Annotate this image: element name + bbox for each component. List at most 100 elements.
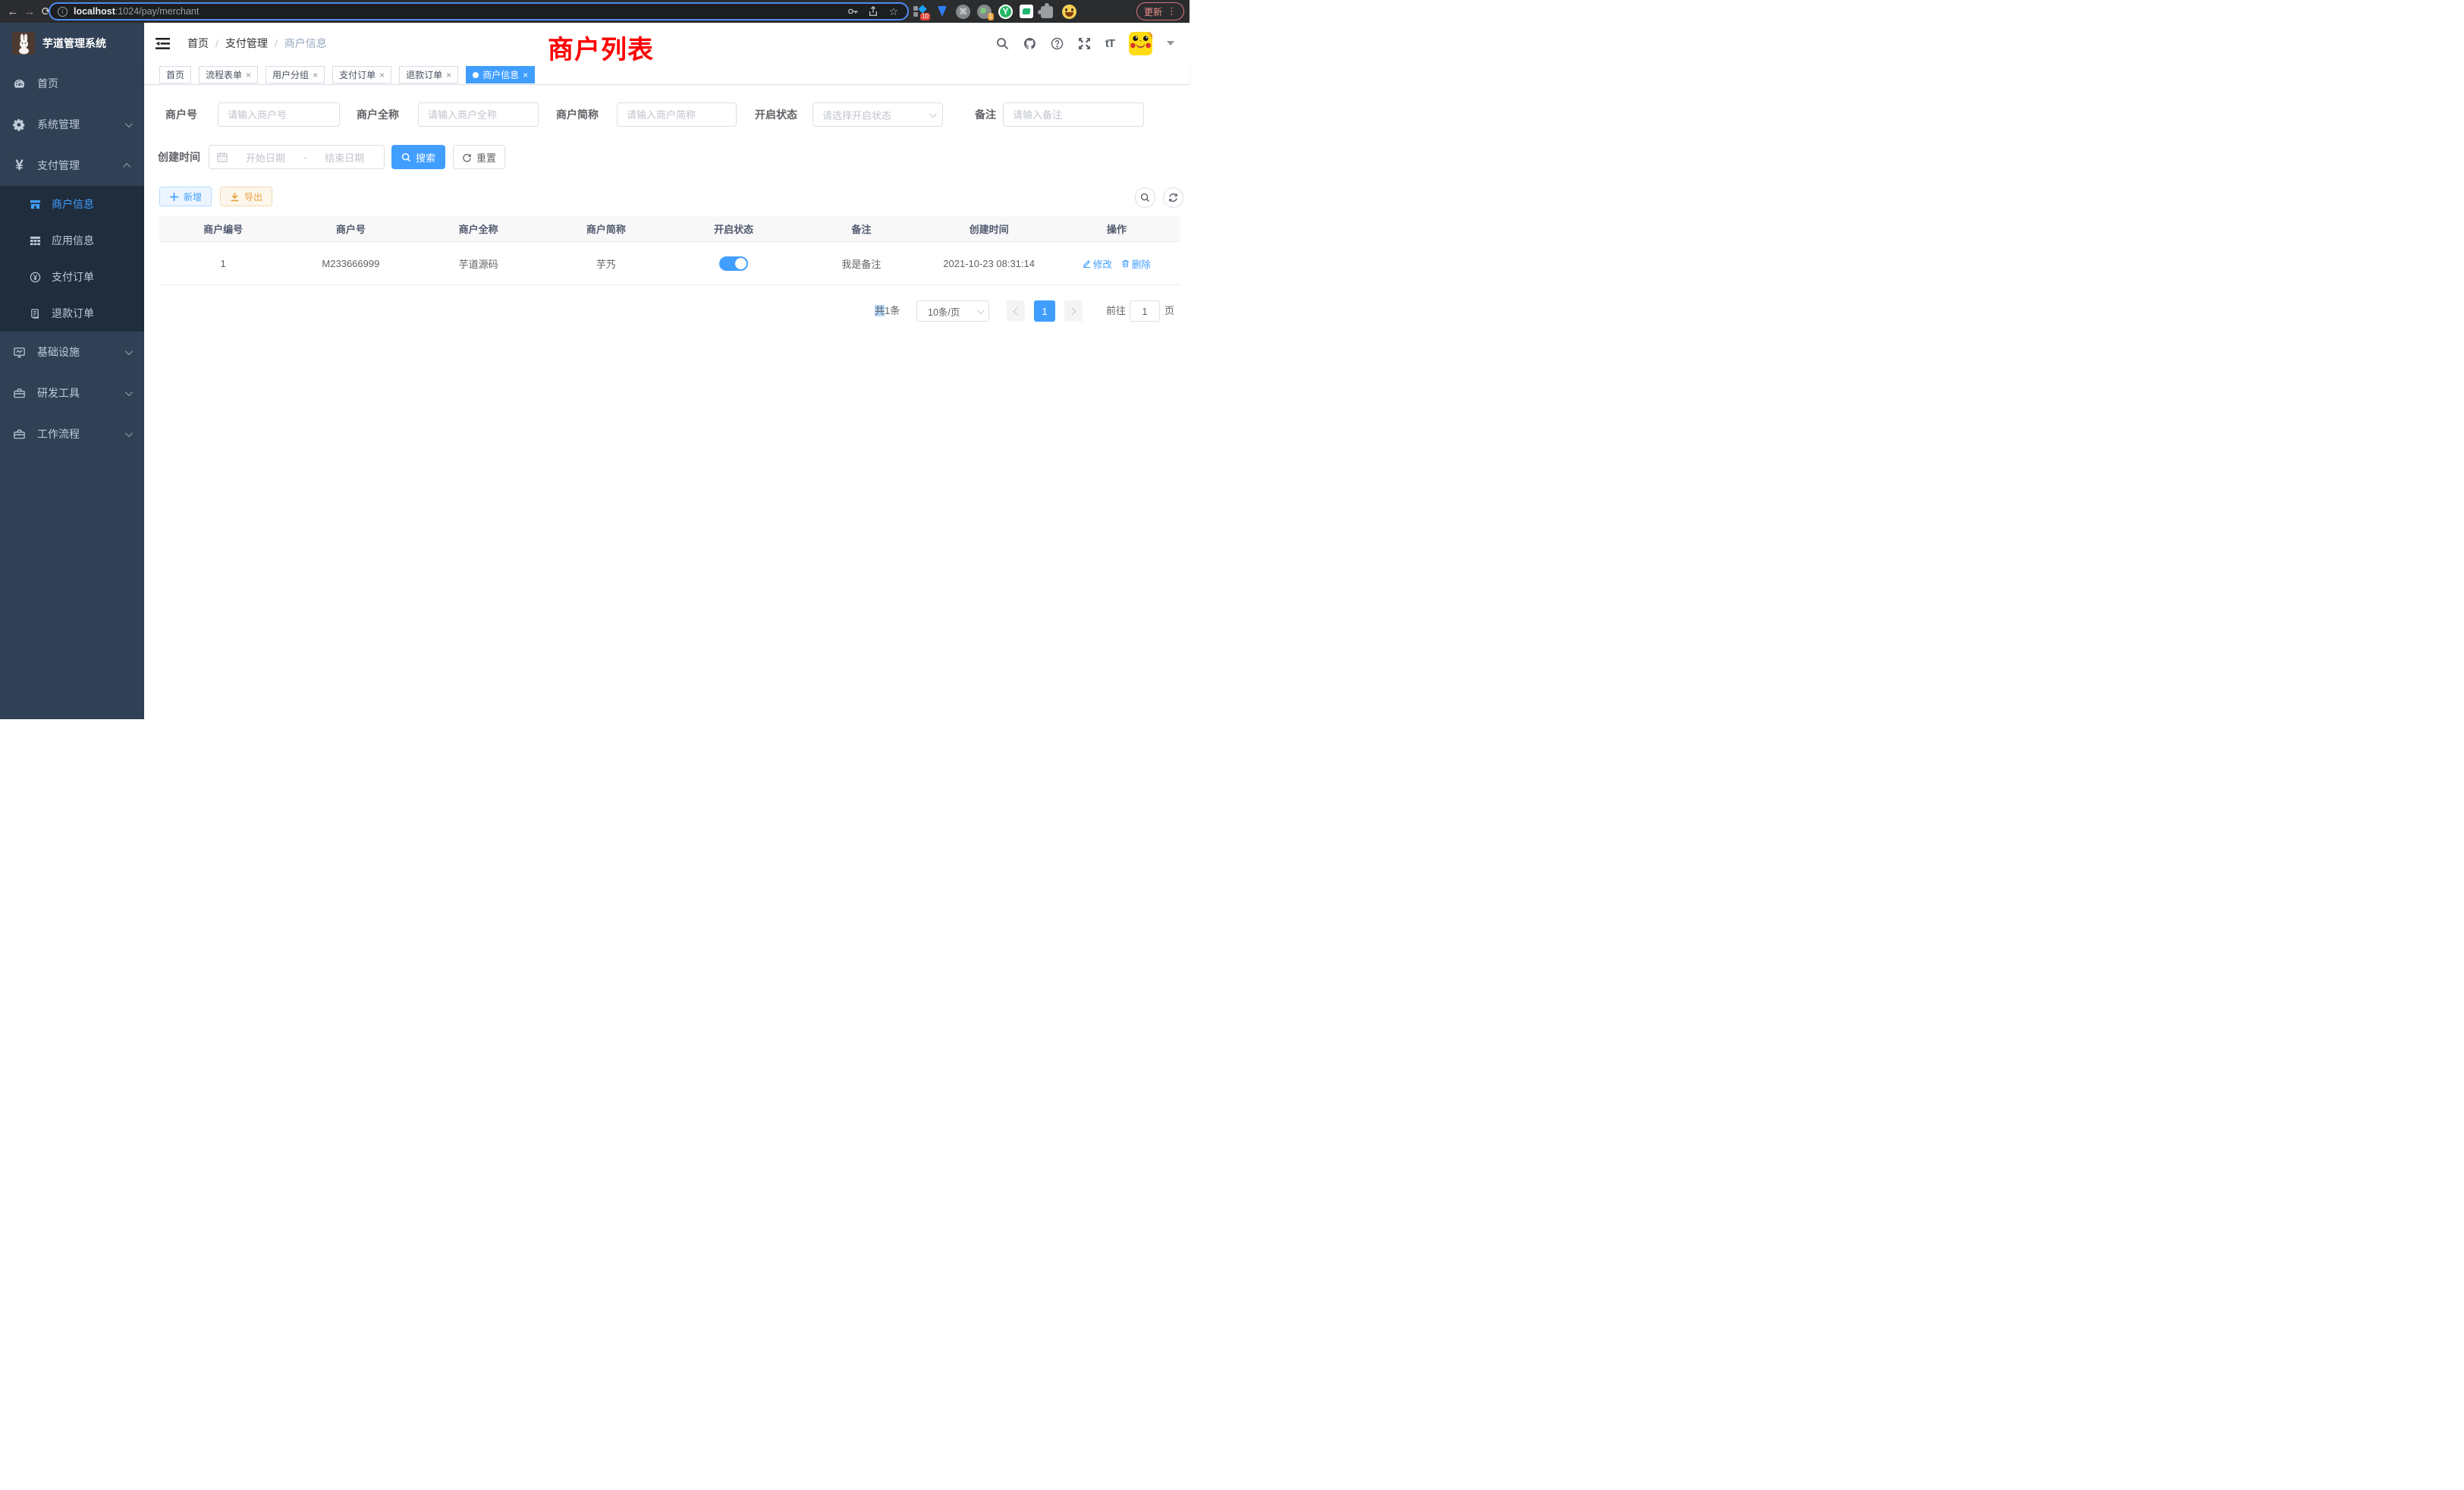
extension-proxy-icon[interactable]: 1 xyxy=(977,5,992,19)
extension-chat-icon[interactable] xyxy=(1020,5,1034,19)
date-separator: - xyxy=(303,152,306,163)
pagination-total-prefix: 共 xyxy=(875,305,885,316)
tag-home[interactable]: 首页 xyxy=(159,66,191,83)
user-avatar[interactable] xyxy=(1129,32,1152,55)
yen-circle-icon xyxy=(30,272,41,283)
search-icon[interactable] xyxy=(996,37,1009,50)
chrome-update-button[interactable]: 更新 ⋮ xyxy=(1136,2,1184,20)
breadcrumb-home[interactable]: 首页 xyxy=(187,36,209,51)
goto-label: 前往 xyxy=(1106,300,1126,322)
create-time-range-picker[interactable]: 开始日期 - 结束日期 xyxy=(209,145,385,169)
status-label: 开启状态 xyxy=(755,102,797,127)
goto-page-input[interactable] xyxy=(1130,300,1160,322)
briefcase-icon xyxy=(13,428,26,441)
sidebar-logo[interactable]: 芋道管理系统 xyxy=(0,23,144,63)
end-date-placeholder: 结束日期 xyxy=(313,150,376,165)
breadcrumb-separator: / xyxy=(215,37,218,49)
delete-label: 删除 xyxy=(1132,256,1151,271)
yen-icon: ¥ xyxy=(13,159,26,172)
sidebar-item-system[interactable]: 系统管理 xyxy=(0,104,144,145)
profile-avatar-icon[interactable] xyxy=(1062,5,1076,19)
sidebar-item-pay[interactable]: ¥ 支付管理 xyxy=(0,145,144,186)
help-icon[interactable] xyxy=(1051,37,1064,50)
github-icon[interactable] xyxy=(1023,37,1036,50)
remark-input[interactable] xyxy=(1003,102,1144,127)
extension-grid-icon[interactable]: 10 xyxy=(913,5,928,19)
trash-icon xyxy=(1121,259,1130,268)
status-toggle[interactable] xyxy=(719,256,748,271)
logo-rabbit-image xyxy=(12,32,35,55)
avatar-dropdown-icon[interactable] xyxy=(1167,41,1174,46)
tag-refund-order[interactable]: 退款订单 × xyxy=(399,66,458,83)
toolbox-icon xyxy=(13,387,26,400)
fullscreen-icon[interactable] xyxy=(1078,37,1091,50)
font-size-icon[interactable]: tT xyxy=(1105,37,1114,50)
tag-merchant-info[interactable]: 商户信息 × xyxy=(466,66,535,83)
app-title: 芋道管理系统 xyxy=(42,36,106,51)
sidebar-item-merchant-info[interactable]: 商户信息 xyxy=(0,186,144,222)
refresh-table-button[interactable] xyxy=(1163,187,1183,208)
short-name-input[interactable] xyxy=(617,102,737,127)
browser-back-icon[interactable]: ← xyxy=(5,5,21,18)
sidebar-item-label: 商户信息 xyxy=(52,196,134,212)
sidebar-item-label: 基础设施 xyxy=(37,344,125,360)
close-icon[interactable]: × xyxy=(379,71,385,80)
status-select[interactable]: 请选择开启状态 xyxy=(812,102,943,127)
extension-command-icon[interactable]: ⌘ xyxy=(956,5,970,19)
tag-pay-order[interactable]: 支付订单 × xyxy=(332,66,391,83)
add-button[interactable]: 新增 xyxy=(159,187,212,206)
sidebar-item-infra[interactable]: 基础设施 xyxy=(0,332,144,372)
breadcrumb-pay[interactable]: 支付管理 xyxy=(225,36,268,51)
sidebar-item-pay-order[interactable]: 支付订单 xyxy=(0,259,144,295)
browser-forward-icon[interactable]: → xyxy=(21,5,38,18)
collapse-sidebar-icon[interactable] xyxy=(156,37,170,50)
prev-page-button[interactable] xyxy=(1007,300,1025,322)
full-name-input[interactable] xyxy=(418,102,539,127)
sidebar-item-dev-tools[interactable]: 研发工具 xyxy=(0,372,144,413)
tag-user-group[interactable]: 用户分组 × xyxy=(266,66,325,83)
breadcrumb: 首页 / 支付管理 / 商户信息 xyxy=(187,36,327,51)
next-page-button[interactable] xyxy=(1064,300,1083,322)
sidebar-item-workflow[interactable]: 工作流程 xyxy=(0,413,144,454)
search-icon xyxy=(1140,193,1150,203)
close-icon[interactable]: × xyxy=(313,71,318,80)
sidebar-item-refund-order[interactable]: 退款订单 xyxy=(0,295,144,332)
share-icon[interactable] xyxy=(868,6,878,17)
merchant-no-input[interactable] xyxy=(218,102,340,127)
tag-process-form[interactable]: 流程表单 × xyxy=(199,66,258,83)
sidebar-item-app-info[interactable]: 应用信息 xyxy=(0,222,144,259)
search-button[interactable]: 搜索 xyxy=(391,145,445,169)
extension-gem-icon[interactable] xyxy=(935,5,949,19)
tag-label: 首页 xyxy=(166,68,184,81)
edit-link[interactable]: 修改 xyxy=(1083,256,1112,271)
column-header: 商户简称 xyxy=(542,216,670,241)
close-icon[interactable]: × xyxy=(523,71,528,80)
address-bar[interactable]: i localhost :1024/pay/merchant ☆ xyxy=(49,2,909,20)
app-window: 芋道管理系统 首页 系统管理 ¥ 支付管理 商户信息 xyxy=(0,23,1190,719)
page-size-select[interactable]: 10条/页 xyxy=(916,300,989,322)
password-key-icon[interactable] xyxy=(847,6,858,17)
tag-label: 退款订单 xyxy=(406,68,442,81)
page-unit-label: 页 xyxy=(1164,300,1174,322)
close-icon[interactable]: × xyxy=(246,71,251,80)
show-search-toggle-button[interactable] xyxy=(1135,187,1155,208)
sidebar-item-home[interactable]: 首页 xyxy=(0,63,144,104)
site-info-icon[interactable]: i xyxy=(58,7,68,17)
browser-menu-icon[interactable]: ⋮ xyxy=(1167,5,1177,17)
merchant-no-label: 商户号 xyxy=(158,102,197,127)
extension-y-icon[interactable]: Y xyxy=(998,5,1013,19)
active-dot-icon xyxy=(473,72,479,78)
tag-label: 支付订单 xyxy=(339,68,376,81)
extension-badge: 10 xyxy=(920,13,930,20)
refresh-icon xyxy=(1168,193,1178,203)
merchant-list-page: 商户号 商户全称 商户简称 开启状态 请选择开启状态 备注 创建时间 开始日期 xyxy=(144,85,1190,719)
delete-link[interactable]: 删除 xyxy=(1121,256,1151,271)
page-size-value: 10条/页 xyxy=(928,304,977,319)
reset-button[interactable]: 重置 xyxy=(453,145,505,169)
export-button[interactable]: 导出 xyxy=(220,187,272,206)
pagination-total: 共1条 xyxy=(875,300,900,322)
bookmark-star-icon[interactable]: ☆ xyxy=(888,6,898,17)
page-number-1[interactable]: 1 xyxy=(1034,300,1055,322)
extensions-puzzle-icon[interactable] xyxy=(1041,5,1055,19)
close-icon[interactable]: × xyxy=(446,71,451,80)
